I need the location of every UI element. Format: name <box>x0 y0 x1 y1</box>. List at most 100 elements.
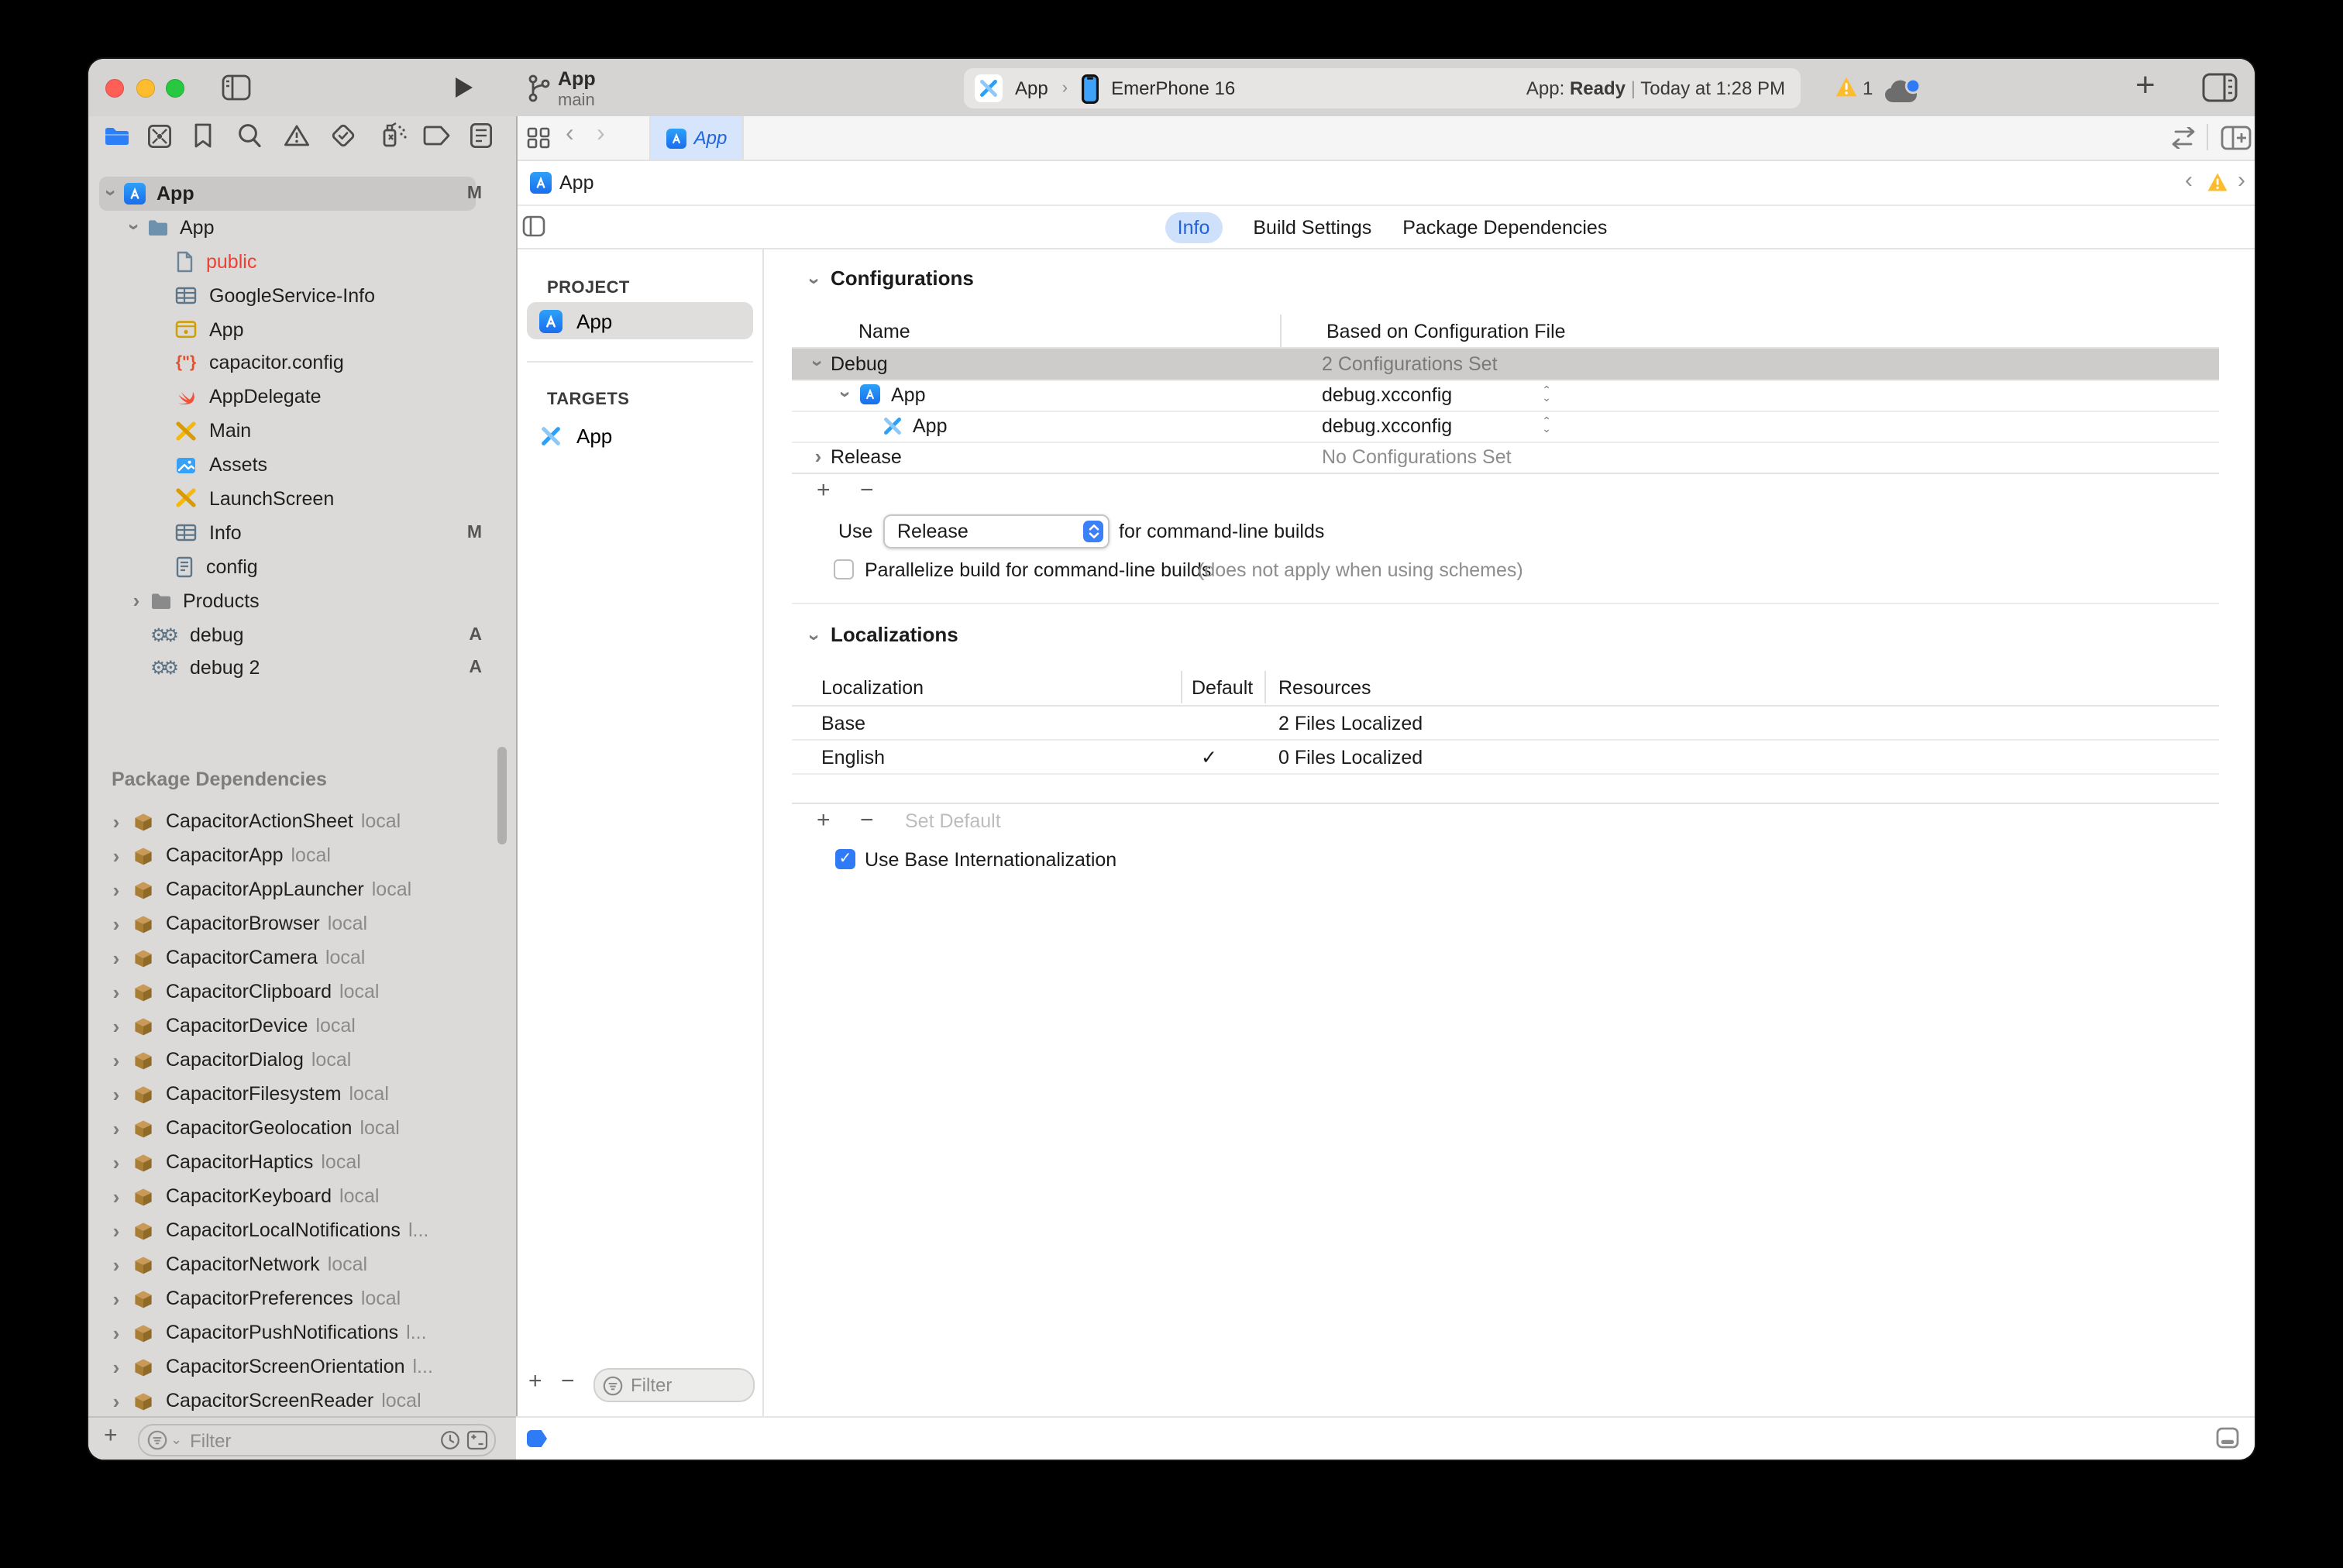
swap-editor-icon[interactable] <box>2169 127 2197 149</box>
go-forward-icon[interactable]: › <box>597 121 605 149</box>
minimize-window-button[interactable] <box>136 79 155 98</box>
tests-navigator-icon[interactable] <box>330 122 356 149</box>
config-row-debug[interactable]: › Debug 2 Configurations Set <box>792 349 2219 379</box>
tree-row-googleservice-info[interactable]: GoogleService-Info <box>88 278 516 312</box>
remove-target-button[interactable]: − <box>561 1368 575 1394</box>
toolbar-project-title[interactable]: App <box>558 68 596 90</box>
remove-configuration-button[interactable]: − <box>860 477 874 504</box>
run-button[interactable] <box>454 76 474 99</box>
toggle-inspector-icon[interactable] <box>2202 73 2238 102</box>
project-activity-tag[interactable] <box>527 1430 547 1447</box>
disclosure-icon[interactable]: › <box>810 445 826 469</box>
disclosure-icon[interactable]: › <box>123 220 146 236</box>
debug-navigator-icon[interactable] <box>380 121 408 149</box>
tab-overview-icon[interactable] <box>527 127 550 149</box>
set-default-button[interactable]: Set Default <box>905 810 1001 832</box>
package-row[interactable]: ›CapacitorScreenOrientationl... <box>88 1350 516 1384</box>
disclosure-icon[interactable]: › <box>807 356 830 372</box>
package-row[interactable]: ›CapacitorFilesystemlocal <box>88 1077 516 1111</box>
issue-warning-icon[interactable] <box>2207 172 2228 192</box>
tree-row-project-app[interactable]: › App M <box>88 177 516 211</box>
config-row-app-project[interactable]: › App debug.xcconfig ⌃⌄ <box>792 380 2219 410</box>
sidebar-scrollbar[interactable] <box>497 747 507 844</box>
reports-navigator-icon[interactable] <box>470 122 493 149</box>
tab-info[interactable]: Info <box>1165 211 1223 242</box>
localizations-disclosure-icon[interactable]: › <box>803 630 827 645</box>
go-back-icon[interactable]: ‹ <box>566 121 574 149</box>
scheme-destination[interactable]: EmerPhone 16 <box>1111 77 1235 99</box>
config-value[interactable]: debug.xcconfig ⌃⌄ <box>1322 384 1551 406</box>
add-editor-icon[interactable] <box>2221 126 2252 150</box>
add-configuration-button[interactable]: + <box>817 477 831 504</box>
parallelize-checkbox[interactable] <box>834 559 854 579</box>
command-line-config-popup[interactable]: Release <box>883 514 1110 548</box>
sidebar-editor-divider[interactable] <box>516 116 518 1460</box>
package-row[interactable]: ›CapacitorPreferenceslocal <box>88 1281 516 1315</box>
tree-row-public[interactable]: public <box>88 245 516 279</box>
package-row[interactable]: ›CapacitorCameralocal <box>88 940 516 975</box>
close-window-button[interactable] <box>105 79 124 98</box>
package-row[interactable]: ›CapacitorBrowserlocal <box>88 906 516 940</box>
localization-row-base[interactable]: Base 2 Files Localized <box>792 707 2219 739</box>
warning-icon[interactable] <box>1835 76 1858 98</box>
tree-row-debug[interactable]: ⚙⚙ debug A <box>88 617 516 652</box>
target-item-app[interactable]: App <box>527 417 753 454</box>
package-row[interactable]: ›CapacitorApplocal <box>88 838 516 872</box>
tree-row-info[interactable]: Info M <box>88 516 516 550</box>
tree-row-capacitor-config[interactable]: {"} capacitor.config <box>88 346 516 380</box>
tree-row-config[interactable]: config <box>88 550 516 584</box>
zoom-window-button[interactable] <box>166 79 184 98</box>
tree-row-app-yellow[interactable]: App <box>88 312 516 346</box>
tree-row-main[interactable]: Main <box>88 414 516 448</box>
package-row[interactable]: ›CapacitorKeyboardlocal <box>88 1179 516 1213</box>
package-row[interactable]: ›CapacitorNetworklocal <box>88 1247 516 1281</box>
tree-row-appdelegate[interactable]: AppDelegate <box>88 380 516 414</box>
config-value[interactable]: debug.xcconfig ⌃⌄ <box>1322 415 1551 437</box>
tab-package-dependencies[interactable]: Package Dependencies <box>1402 216 1607 238</box>
disclosure-icon[interactable]: › <box>834 387 858 403</box>
navigator-filter-field[interactable]: ⌄ Filter <box>138 1424 496 1456</box>
panel-filter-field[interactable]: Filter <box>593 1368 755 1402</box>
tree-row-folder-app[interactable]: › App <box>88 211 516 245</box>
add-localization-button[interactable]: + <box>817 807 831 834</box>
stepper-icon[interactable]: ⌃⌄ <box>1542 387 1551 403</box>
project-item-app[interactable]: App <box>527 302 753 339</box>
disclosure-icon[interactable]: › <box>100 186 123 201</box>
toggle-debug-area-icon[interactable] <box>2216 1427 2239 1449</box>
localization-row-english[interactable]: English ✓ 0 Files Localized <box>792 741 2219 773</box>
configurations-disclosure-icon[interactable]: › <box>803 273 827 289</box>
remove-localization-button[interactable]: − <box>860 807 874 834</box>
breakpoints-navigator-icon[interactable] <box>423 126 451 146</box>
issues-navigator-icon[interactable] <box>284 124 310 147</box>
stepper-icon[interactable]: ⌃⌄ <box>1542 418 1551 434</box>
toolbar-branch-name[interactable]: main <box>558 91 595 110</box>
use-base-internationalization-checkbox[interactable]: ✓ <box>835 849 855 869</box>
tree-row-products[interactable]: › Products <box>88 583 516 617</box>
warning-count[interactable]: 1 <box>1863 77 1873 99</box>
source-control-navigator-icon[interactable] <box>147 124 172 149</box>
package-row[interactable]: ›CapacitorHapticslocal <box>88 1145 516 1179</box>
jump-bar-item[interactable]: App <box>559 172 594 194</box>
scheme-target[interactable]: App <box>1015 77 1048 99</box>
add-file-button[interactable]: + <box>104 1422 118 1449</box>
add-target-button[interactable]: + <box>528 1368 542 1394</box>
bookmarks-navigator-icon[interactable] <box>194 122 212 149</box>
toggle-projects-list-icon[interactable] <box>522 215 545 237</box>
tree-row-assets[interactable]: Assets <box>88 448 516 482</box>
project-navigator-icon[interactable] <box>104 126 130 147</box>
tab-app[interactable]: App <box>649 116 744 160</box>
next-issue-icon[interactable]: › <box>2238 167 2245 194</box>
cloud-sync-icon[interactable] <box>1883 77 1923 104</box>
package-row[interactable]: ›CapacitorPushNotificationsl... <box>88 1315 516 1350</box>
package-row[interactable]: ›CapacitorClipboardlocal <box>88 975 516 1009</box>
toggle-navigator-icon[interactable] <box>222 74 251 101</box>
find-navigator-icon[interactable] <box>237 122 262 149</box>
tab-build-settings[interactable]: Build Settings <box>1253 216 1371 238</box>
disclosure-icon[interactable]: › <box>129 589 144 612</box>
package-row[interactable]: ›CapacitorAppLauncherlocal <box>88 872 516 906</box>
config-row-app-target[interactable]: App debug.xcconfig ⌃⌄ <box>792 411 2219 441</box>
package-row[interactable]: ›CapacitorActionSheetlocal <box>88 804 516 838</box>
package-row[interactable]: ›CapacitorLocalNotificationsl... <box>88 1213 516 1247</box>
package-row[interactable]: ›CapacitorScreenReaderlocal <box>88 1384 516 1416</box>
recent-files-clock-icon[interactable] <box>440 1430 460 1450</box>
